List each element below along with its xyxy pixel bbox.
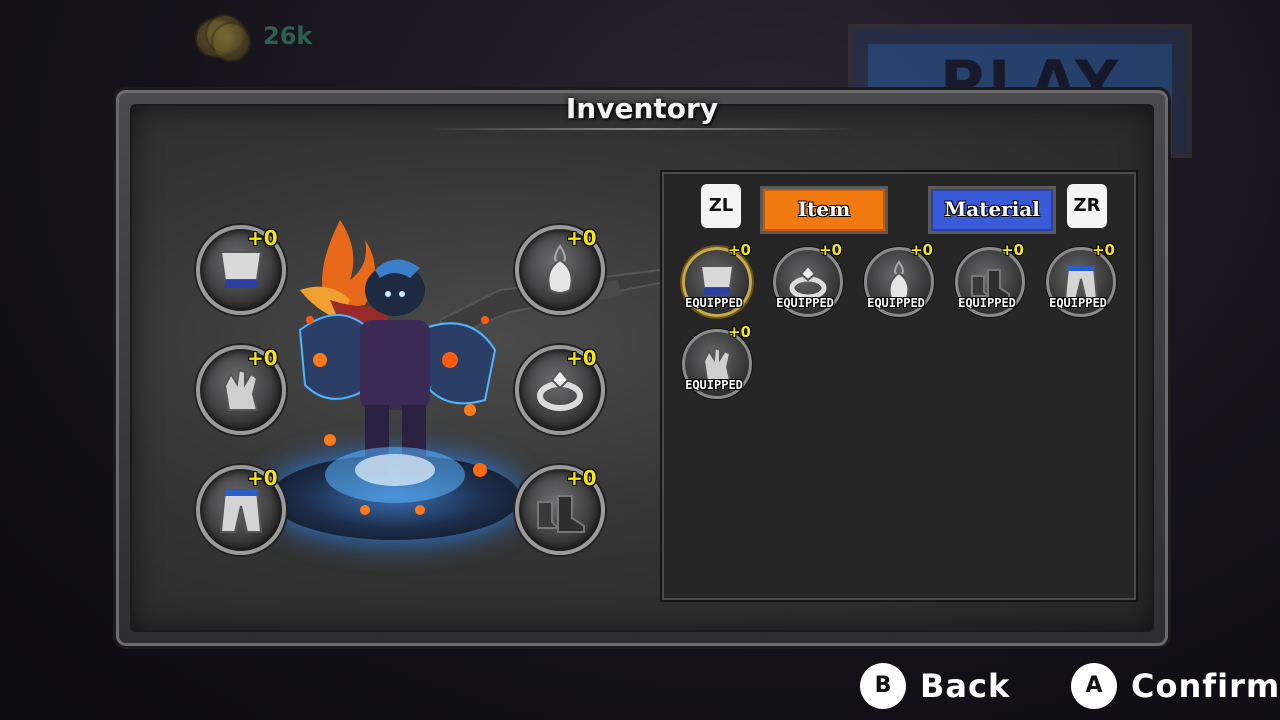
item-level: +0 xyxy=(1000,241,1024,259)
coin-stack-icon xyxy=(195,14,251,62)
equipped-label: EQUIPPED xyxy=(1049,296,1107,310)
item-level: +0 xyxy=(909,241,933,259)
tab-material[interactable]: Material xyxy=(928,186,1056,234)
zr-trigger-button[interactable]: ZR xyxy=(1067,184,1107,228)
inventory-item[interactable]: +0 EQUIPPED xyxy=(861,241,934,317)
item-level: +0 xyxy=(1091,241,1115,259)
equipped-label: EQUIPPED xyxy=(776,296,834,310)
item-level: +0 xyxy=(818,241,842,259)
hero-character xyxy=(298,220,497,515)
equipped-label: EQUIPPED xyxy=(958,296,1016,310)
inventory-item[interactable]: +0 EQUIPPED xyxy=(679,323,752,399)
slot-level-gloves: +0 xyxy=(247,346,278,370)
confirm-prompt[interactable]: A Confirm xyxy=(1071,662,1280,710)
coin-count: 26k xyxy=(263,22,313,50)
confirm-label: Confirm xyxy=(1131,667,1280,705)
equipped-label: EQUIPPED xyxy=(867,296,925,310)
slot-level-necklace: +0 xyxy=(566,226,597,250)
b-button-icon: B xyxy=(860,663,906,709)
back-label: Back xyxy=(920,667,1011,705)
page-title: Inventory xyxy=(565,92,719,125)
slot-level-ring: +0 xyxy=(566,346,597,370)
inventory-item[interactable]: +0 EQUIPPED xyxy=(952,241,1025,317)
inventory-item[interactable]: +0 EQUIPPED xyxy=(1043,241,1116,317)
title-divider xyxy=(426,128,856,130)
equipped-label: EQUIPPED xyxy=(685,296,743,310)
back-prompt[interactable]: B Back xyxy=(860,662,1010,710)
zl-trigger-button[interactable]: ZL xyxy=(701,184,741,228)
inventory-item[interactable]: +0 EQUIPPED xyxy=(770,241,843,317)
slot-level-chest: +0 xyxy=(247,226,278,250)
inventory-item[interactable]: +0 EQUIPPED xyxy=(679,241,752,317)
a-button-icon: A xyxy=(1071,663,1117,709)
equipped-label: EQUIPPED xyxy=(685,378,743,392)
item-level: +0 xyxy=(727,323,751,341)
tab-item[interactable]: Item xyxy=(760,186,888,234)
slot-level-boots: +0 xyxy=(566,466,597,490)
coin-counter: 26k xyxy=(195,14,325,62)
slot-level-pants: +0 xyxy=(247,466,278,490)
item-level: +0 xyxy=(727,241,751,259)
